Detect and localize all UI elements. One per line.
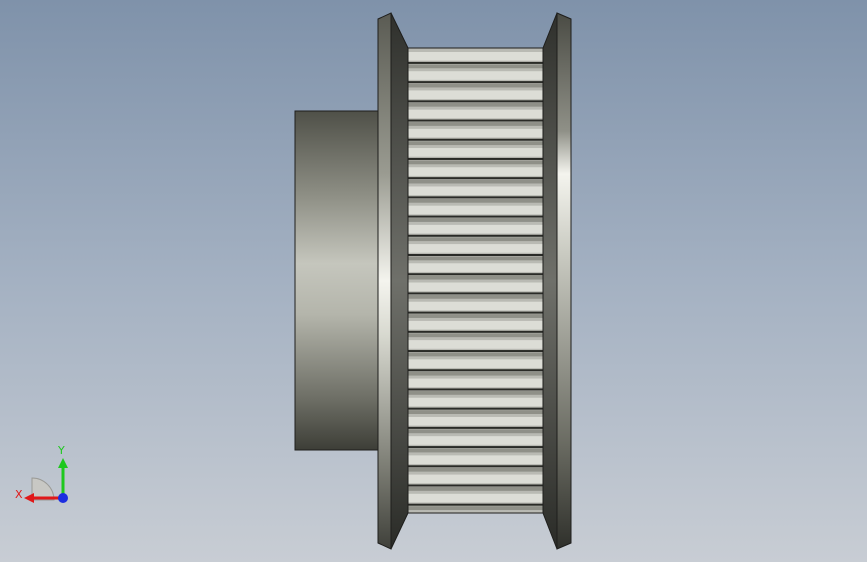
tooth-flank (406, 83, 544, 88)
tooth-crest (406, 282, 544, 292)
tooth-crest (406, 244, 544, 253)
x-axis-arrow (24, 493, 34, 503)
tooth-groove (406, 484, 544, 487)
pulley-model[interactable] (0, 0, 867, 562)
tooth-groove (406, 234, 544, 237)
tooth-crest (406, 148, 544, 157)
tooth-groove (406, 196, 544, 199)
tooth-flank (406, 467, 544, 472)
tooth-groove (406, 100, 544, 103)
tooth-crest (406, 167, 544, 176)
tooth-crest (406, 455, 544, 465)
tooth-groove (406, 177, 544, 180)
tooth-crest (406, 474, 544, 484)
tooth-groove (406, 503, 544, 506)
tooth-flank (406, 179, 544, 184)
tooth-crest (406, 71, 544, 80)
tooth-flank (406, 506, 544, 511)
tooth-crest (406, 359, 544, 368)
tooth-groove (406, 465, 544, 468)
tooth-groove (406, 446, 544, 449)
tooth-groove (406, 157, 544, 160)
tooth-flank (406, 390, 544, 395)
tooth-crest (406, 301, 544, 311)
tooth-crest (406, 436, 544, 445)
z-axis-dot (58, 493, 68, 503)
tooth-crest (406, 493, 544, 503)
tooth-crest (406, 340, 544, 349)
tooth-flank (406, 314, 544, 318)
tooth-crest (406, 128, 544, 138)
tooth-groove (406, 426, 544, 429)
y-axis-arrow (58, 458, 68, 468)
tooth-groove (406, 330, 544, 333)
tooth-flank (406, 333, 544, 338)
tooth-groove (406, 273, 544, 276)
tooth-groove (406, 311, 544, 314)
tooth-crest (406, 320, 544, 330)
tooth-flank (406, 448, 544, 453)
tooth-groove (406, 81, 544, 84)
left-flange (377, 12, 392, 550)
right-flange-bevel (542, 12, 558, 550)
tooth-flank (406, 256, 544, 261)
tooth-groove (406, 292, 544, 295)
tooth-groove (406, 138, 544, 141)
tooth-groove (406, 253, 544, 256)
pulley-hub (294, 110, 380, 451)
tooth-crest (406, 224, 544, 234)
tooth-groove (406, 119, 544, 122)
right-flange (556, 12, 572, 550)
tooth-groove (406, 350, 544, 353)
tooth-crest (406, 263, 544, 272)
tooth-groove (406, 369, 544, 372)
tooth-flank (406, 352, 544, 357)
tooth-flank (406, 294, 544, 299)
y-axis-label: Y (57, 444, 65, 457)
tooth-crest (406, 90, 544, 100)
tooth-flank (406, 122, 544, 126)
tooth-crest (406, 416, 544, 426)
axis-triad: Y X (15, 444, 68, 503)
tooth-flank (406, 429, 544, 434)
tooth-groove (406, 388, 544, 391)
tooth-flank (406, 275, 544, 280)
left-flange-bevel (390, 12, 409, 550)
x-axis-label: X (15, 488, 23, 501)
tooth-crest (406, 186, 544, 196)
tooth-flank (406, 371, 544, 376)
tooth-groove (406, 61, 544, 64)
graphics-viewport[interactable]: Y X (0, 0, 867, 562)
tooth-flank (406, 218, 544, 222)
tooth-flank (406, 64, 544, 69)
tooth-flank (406, 141, 544, 146)
tooth-flank (406, 410, 544, 414)
tooth-flank (406, 198, 544, 203)
tooth-crest (406, 397, 544, 407)
tooth-flank (406, 102, 544, 107)
tooth-flank (406, 486, 544, 491)
tooth-crest (406, 205, 544, 215)
tooth-flank (406, 237, 544, 242)
tooth-crest (406, 52, 544, 61)
tooth-groove (406, 407, 544, 410)
tooth-groove (406, 215, 544, 218)
tooth-flank (406, 160, 544, 165)
tooth-crest (406, 109, 544, 119)
tooth-crest (406, 378, 544, 388)
